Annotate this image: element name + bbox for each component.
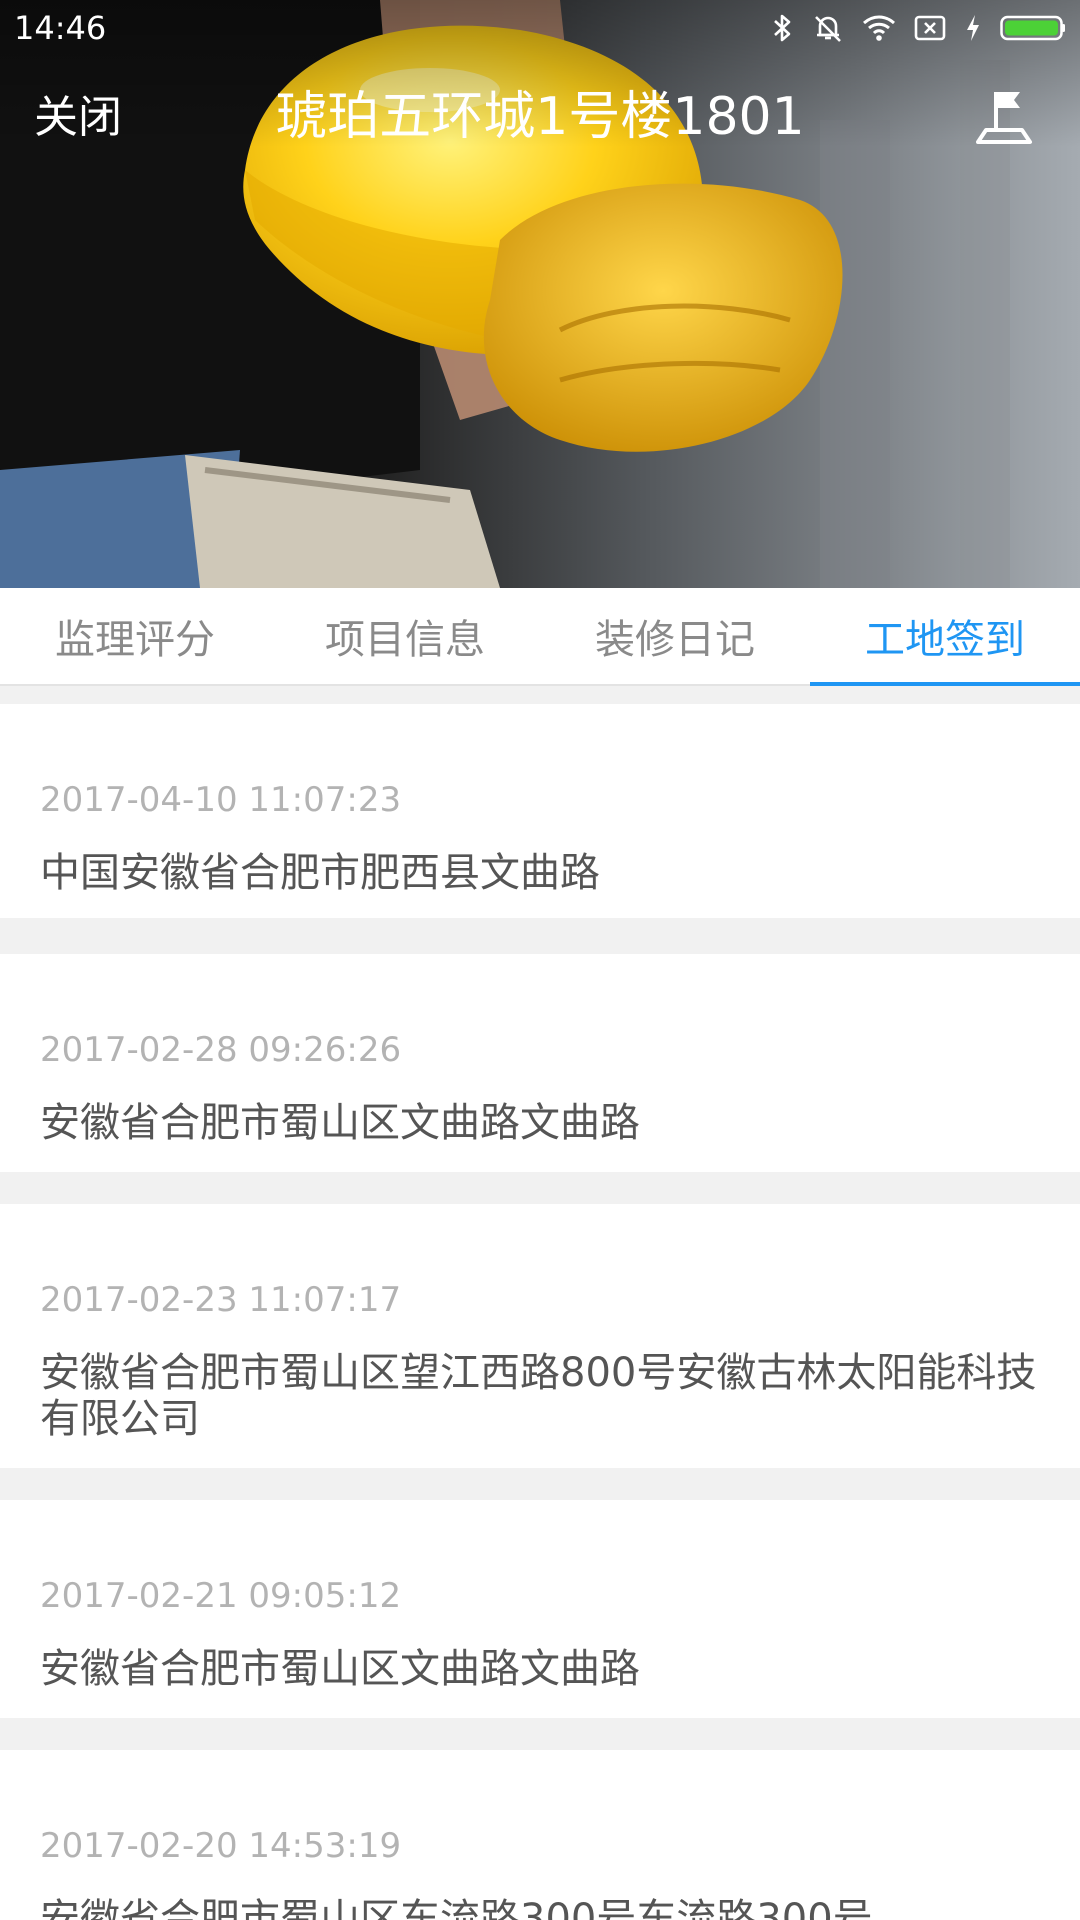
list-item[interactable]: 2017-02-28 09:26:26 安徽省合肥市蜀山区文曲路文曲路 [0,954,1080,1172]
hero-banner: 14:46 关闭 琥珀五环城1号楼1801 [0,0,1080,588]
checkin-time: 2017-02-28 09:26:26 [40,1030,402,1070]
list-item[interactable]: 2017-04-10 11:07:23 中国安徽省合肥市肥西县文曲路 [0,704,1080,918]
list-item[interactable]: 2017-02-21 09:05:12 安徽省合肥市蜀山区文曲路文曲路 [0,1500,1080,1718]
tab-renovation-diary[interactable]: 装修日记 [540,588,810,684]
tab-supervision-score[interactable]: 监理评分 [0,588,270,684]
tab-bar: 监理评分 项目信息 装修日记 工地签到 [0,588,1080,686]
list-item[interactable]: 2017-02-20 14:53:19 安徽省合肥市蜀山区东流路300号东流路3… [0,1750,1080,1920]
checkin-list[interactable]: 2017-04-10 11:07:23 中国安徽省合肥市肥西县文曲路 2017-… [0,686,1080,1920]
status-time: 14:46 [14,9,107,47]
tab-project-info[interactable]: 项目信息 [270,588,540,684]
checkin-address: 中国安徽省合肥市肥西县文曲路 [40,850,600,896]
checkin-time: 2017-02-20 14:53:19 [40,1826,402,1866]
tab-site-checkin[interactable]: 工地签到 [810,588,1080,686]
checkin-address: 安徽省合肥市蜀山区东流路300号东流路300号 [40,1896,873,1920]
list-item[interactable]: 2017-02-23 11:07:17 安徽省合肥市蜀山区望江西路800号安徽古… [0,1204,1080,1468]
checkin-address: 安徽省合肥市蜀山区文曲路文曲路 [40,1100,640,1146]
wifi-icon [862,14,896,42]
mute-icon [812,13,844,43]
bluetooth-icon [772,13,794,43]
checkin-time: 2017-02-23 11:07:17 [40,1280,402,1320]
no-sim-icon [914,14,946,42]
close-button[interactable]: 关闭 [34,88,122,148]
battery-icon [1000,13,1066,43]
flag-icon[interactable] [972,86,1036,148]
checkin-time: 2017-04-10 11:07:23 [40,780,402,820]
status-icons [772,10,1066,46]
page-title: 琥珀五环城1号楼1801 [275,87,805,147]
checkin-address: 安徽省合肥市蜀山区文曲路文曲路 [40,1646,640,1692]
checkin-address: 安徽省合肥市蜀山区望江西路800号安徽古林太阳能科技有限公司 [40,1350,1037,1442]
charging-icon [964,13,982,43]
status-bar: 14:46 [0,0,1080,56]
checkin-time: 2017-02-21 09:05:12 [40,1576,402,1616]
